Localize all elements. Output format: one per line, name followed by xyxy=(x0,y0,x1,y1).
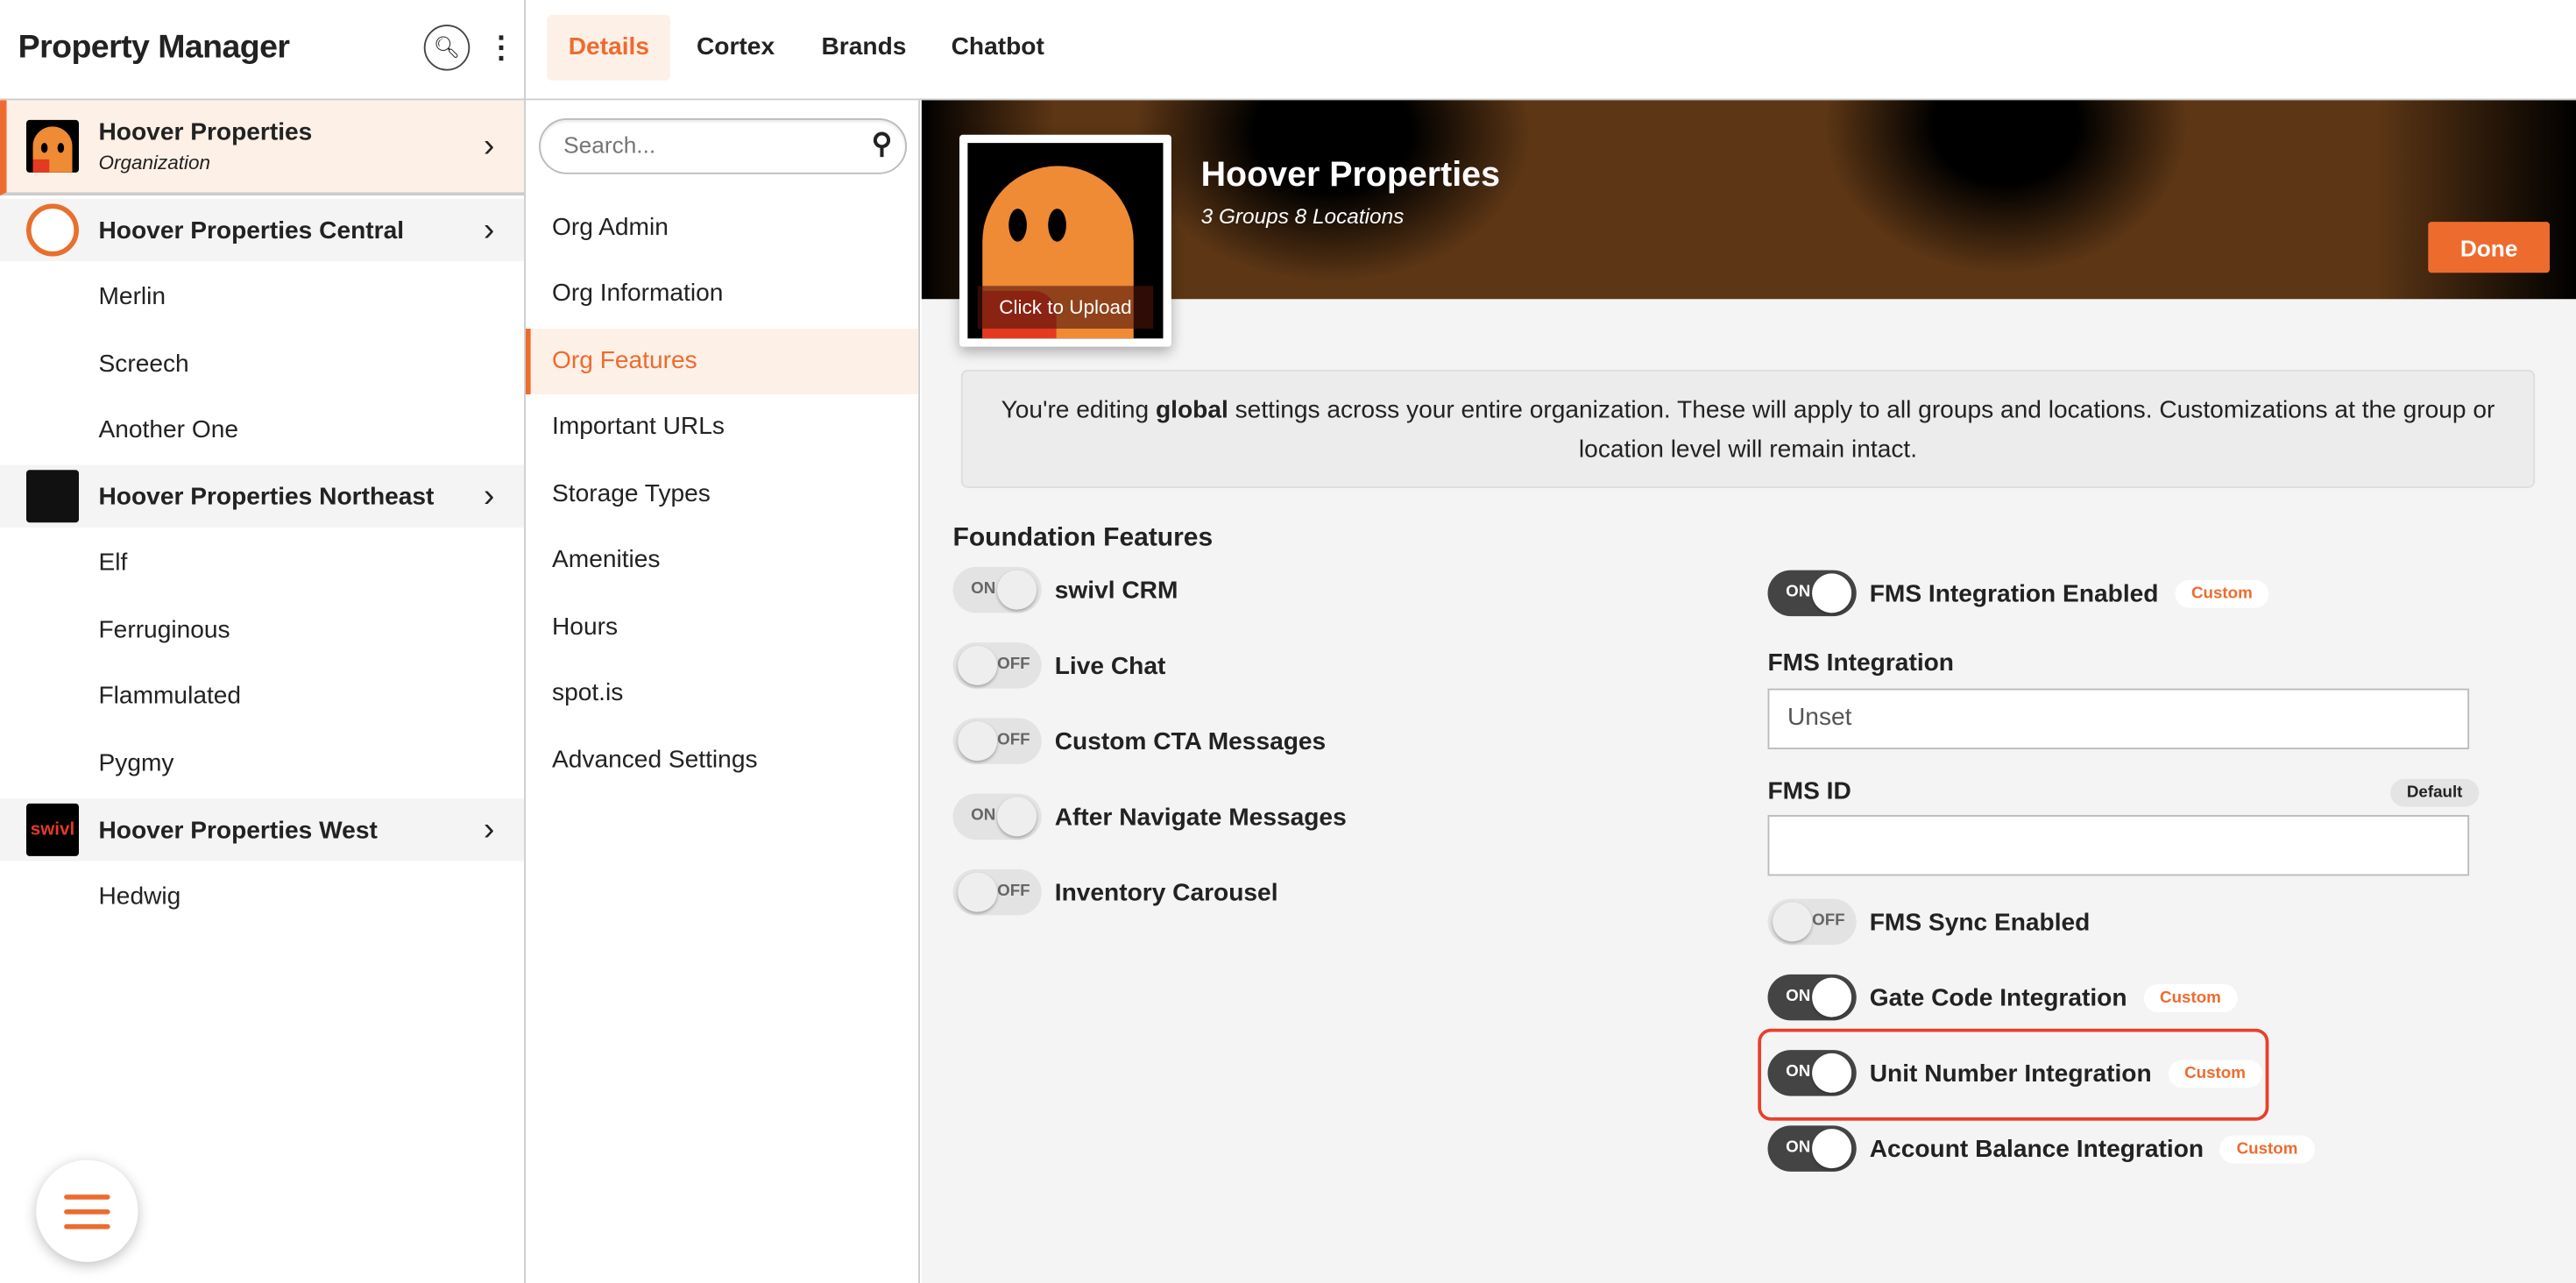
hamburger-menu-button[interactable] xyxy=(36,1159,138,1262)
feature-swivl-crm[interactable]: ON swivl CRM xyxy=(952,566,1178,613)
done-button[interactable]: Done xyxy=(2428,222,2550,273)
tree-item-location[interactable]: Pygmy xyxy=(0,730,524,796)
toggle[interactable]: ON xyxy=(952,566,1042,613)
logo-upload[interactable]: Click to Upload xyxy=(959,134,1171,347)
tree-item-location[interactable]: Screech xyxy=(0,330,524,396)
org-type: Organization xyxy=(98,151,211,174)
tree-item-location[interactable]: Merlin xyxy=(0,263,524,329)
toggle[interactable]: ON xyxy=(952,793,1042,840)
group-image-icon xyxy=(26,470,79,523)
search-button[interactable]: 🔍︎ xyxy=(423,25,471,71)
search-icon: ⚲ xyxy=(871,128,893,159)
owl-logo-icon: Click to Upload xyxy=(967,143,1164,339)
global-settings-notice: You're editing global settings across yo… xyxy=(960,369,2536,488)
chevron-right-icon[interactable]: › xyxy=(484,127,495,165)
search-input[interactable] xyxy=(563,131,843,158)
menu-search[interactable]: ⚲ xyxy=(539,118,907,174)
owl-face-icon xyxy=(26,203,79,257)
location-name: Ferruginous xyxy=(98,615,230,644)
menu-item-advanced-settings[interactable]: Advanced Settings xyxy=(526,728,918,794)
tree-item-group[interactable]: swivl Hoover Properties West › xyxy=(0,798,525,861)
search-icon: 🔍︎ xyxy=(433,34,461,60)
fms-integration-select[interactable]: Unset xyxy=(1767,688,2470,749)
feature-after-navigate[interactable]: ON After Navigate Messages xyxy=(952,793,1347,840)
tab-chatbot[interactable]: Chatbot xyxy=(930,15,1065,81)
tree-item-location[interactable]: Elf xyxy=(0,529,524,595)
toggle[interactable]: OFF xyxy=(952,868,1042,916)
location-name: Flammulated xyxy=(98,681,242,710)
menu-item-important-urls[interactable]: Important URLs xyxy=(526,394,918,460)
tree-item-location[interactable]: Another One xyxy=(0,396,524,462)
org-summary: 3 Groups 8 Locations xyxy=(1200,203,1405,229)
app-root: Property Manager 🔍︎ ⋮ Hoover Properties O… xyxy=(0,0,2576,1283)
toggle[interactable]: ON xyxy=(1767,974,1857,1021)
org-name: Hoover Properties xyxy=(98,118,313,146)
custom-badge: Custom xyxy=(2143,983,2238,1012)
property-tree-panel: Property Manager 🔍︎ ⋮ Hoover Properties O… xyxy=(0,0,526,1283)
menu-item-hours[interactable]: Hours xyxy=(526,595,918,661)
tab-cortex[interactable]: Cortex xyxy=(676,15,796,81)
location-name: Merlin xyxy=(98,281,166,310)
feature-custom-cta[interactable]: OFF Custom CTA Messages xyxy=(952,718,1326,764)
location-name: Another One xyxy=(98,415,238,443)
tree-item-location[interactable]: Flammulated xyxy=(0,663,524,728)
feature-inventory-carousel[interactable]: OFF Inventory Carousel xyxy=(952,868,1278,916)
group-name: Hoover Properties West xyxy=(98,815,378,844)
group-name: Hoover Properties Central xyxy=(98,216,405,245)
tree-item-group[interactable]: Hoover Properties Central › xyxy=(0,198,525,262)
custom-badge: Custom xyxy=(2168,1059,2262,1088)
feature-unit-number[interactable]: ON Unit Number Integration Custom xyxy=(1767,1050,2262,1096)
default-badge: Default xyxy=(2390,778,2480,807)
chevron-right-icon[interactable]: › xyxy=(484,478,495,515)
location-name: Elf xyxy=(98,548,128,577)
toggle[interactable]: ON xyxy=(1767,1125,1857,1172)
fms-id-input[interactable] xyxy=(1767,815,2470,876)
tree-item-org[interactable]: Hoover Properties Organization › xyxy=(0,100,525,196)
menu-item-org-features[interactable]: Org Features xyxy=(526,329,919,394)
tab-details[interactable]: Details xyxy=(547,14,671,81)
feature-live-chat[interactable]: OFF Live Chat xyxy=(952,642,1165,689)
custom-badge: Custom xyxy=(2219,1134,2315,1163)
fms-id-label: FMS ID xyxy=(1767,776,1851,805)
custom-badge: Custom xyxy=(2175,578,2269,607)
menu-item-spot-is[interactable]: spot.is xyxy=(526,661,918,727)
hamburger-icon xyxy=(64,1194,110,1199)
feature-fms-enabled[interactable]: ON FMS Integration Enabled Custom xyxy=(1767,570,2269,617)
main-content: Click to Upload Hoover Properties 3 Grou… xyxy=(921,100,2576,1283)
location-name: Hedwig xyxy=(98,881,181,910)
tree-item-location[interactable]: Hedwig xyxy=(0,862,524,928)
chevron-right-icon[interactable]: › xyxy=(484,211,495,249)
feature-gate-code[interactable]: ON Gate Code Integration Custom xyxy=(1767,974,2238,1021)
menu-item-org-information[interactable]: Org Information xyxy=(526,261,918,327)
tree-item-group[interactable]: Hoover Properties Northeast › xyxy=(0,464,525,528)
toggle[interactable]: ON xyxy=(1767,1050,1857,1096)
menu-item-amenities[interactable]: Amenities xyxy=(526,528,918,593)
location-name: Pygmy xyxy=(98,748,174,776)
swivl-logo: swivl xyxy=(26,803,79,856)
toggle[interactable]: OFF xyxy=(952,718,1042,764)
fms-integration-label: FMS Integration xyxy=(1767,649,1954,677)
app-title: Property Manager xyxy=(18,29,290,66)
section-title: Foundation Features xyxy=(952,524,1214,552)
org-title: Hoover Properties xyxy=(1200,156,1500,195)
toggle[interactable]: OFF xyxy=(1767,898,1857,946)
toggle[interactable]: ON xyxy=(1767,570,1857,617)
feature-fms-sync[interactable]: OFF FMS Sync Enabled xyxy=(1767,898,2090,946)
location-name: Screech xyxy=(98,349,189,378)
tree-item-location[interactable]: Ferruginous xyxy=(0,597,524,663)
settings-menu: ⚲ Org Admin Org Information Org Features… xyxy=(526,100,920,1283)
tab-brands[interactable]: Brands xyxy=(800,15,928,81)
more-menu-icon[interactable]: ⋮ xyxy=(486,25,516,71)
menu-item-org-admin[interactable]: Org Admin xyxy=(526,195,918,261)
upload-label: Click to Upload xyxy=(977,286,1154,329)
toggle[interactable]: OFF xyxy=(952,642,1042,689)
owl-logo-icon xyxy=(26,119,79,173)
chevron-right-icon[interactable]: › xyxy=(484,811,495,848)
menu-item-storage-types[interactable]: Storage Types xyxy=(526,462,918,528)
feature-account-balance[interactable]: ON Account Balance Integration Custom xyxy=(1767,1125,2315,1172)
group-name: Hoover Properties Northeast xyxy=(98,482,435,511)
